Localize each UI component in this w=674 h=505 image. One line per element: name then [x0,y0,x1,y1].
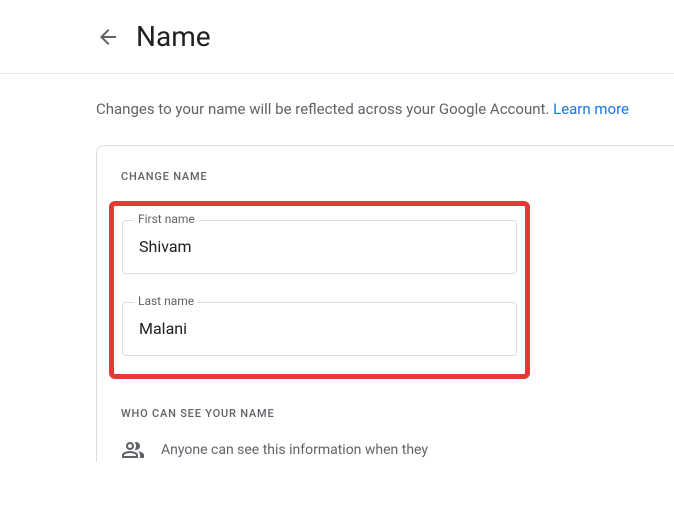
description-body: Changes to your name will be reflected a… [96,100,553,118]
highlight-box: First name Last name [109,201,530,379]
page-title: Name [136,20,211,53]
last-name-input[interactable] [122,302,517,356]
first-name-input[interactable] [122,220,517,274]
people-icon [121,438,145,462]
page-header: Name [0,0,674,74]
main-content: Changes to your name will be reflected a… [0,74,674,462]
learn-more-link[interactable]: Learn more [553,100,629,118]
name-card: CHANGE NAME First name Last name WHO CAN… [96,145,674,462]
change-name-label: CHANGE NAME [121,170,650,183]
visibility-text: Anyone can see this information when the… [161,442,428,458]
back-arrow-icon[interactable] [96,25,120,49]
last-name-field-wrapper: Last name [122,302,517,356]
description-text: Changes to your name will be reflected a… [96,98,646,121]
last-name-label: Last name [134,294,198,308]
visibility-row: Anyone can see this information when the… [121,438,650,462]
first-name-field-wrapper: First name [122,220,517,274]
visibility-label: WHO CAN SEE YOUR NAME [121,407,650,420]
first-name-label: First name [134,212,199,226]
